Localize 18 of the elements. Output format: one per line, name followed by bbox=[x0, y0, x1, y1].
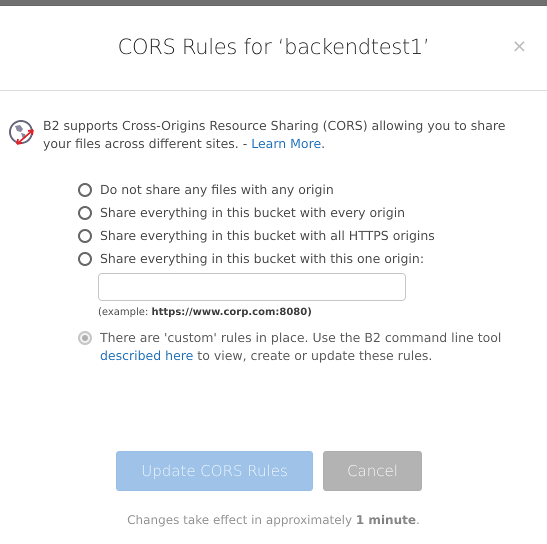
radio-button[interactable] bbox=[78, 206, 92, 220]
radio-button[interactable] bbox=[78, 229, 92, 243]
option-label: Share everything in this bucket with all HTTPS origins bbox=[100, 227, 435, 245]
option-label: Share everything in this bucket with every origin bbox=[100, 204, 406, 222]
globe-arrows-icon bbox=[7, 118, 37, 148]
radio-button[interactable] bbox=[78, 183, 92, 197]
radio-button[interactable] bbox=[78, 252, 92, 266]
option-label: Share everything in this bucket with this one origin: bbox=[100, 250, 424, 268]
option-label: Do not share any files with any origin bbox=[100, 181, 334, 199]
origin-input-field[interactable] bbox=[98, 273, 406, 301]
custom-rules-text: There are 'custom' rules in place. Use the B2 command line tool described here to view, create or update these rules. bbox=[100, 329, 502, 365]
example-text: (example: https://www.corp.com:8080) bbox=[98, 306, 313, 320]
learn-more-link[interactable]: Learn More bbox=[251, 136, 322, 151]
close-button[interactable]: × bbox=[512, 38, 527, 56]
cancel-button[interactable]: Cancel bbox=[323, 451, 422, 491]
dialog-title: CORS Rules for ‘backendtest1’ bbox=[118, 34, 430, 62]
footer-note: Changes take effect in approximately 1 minute. bbox=[126, 512, 421, 529]
intro-text: B2 supports Cross-Origins Resource Sharing (CORS) allowing you to share your files across different sites. - Learn More. bbox=[43, 117, 506, 153]
